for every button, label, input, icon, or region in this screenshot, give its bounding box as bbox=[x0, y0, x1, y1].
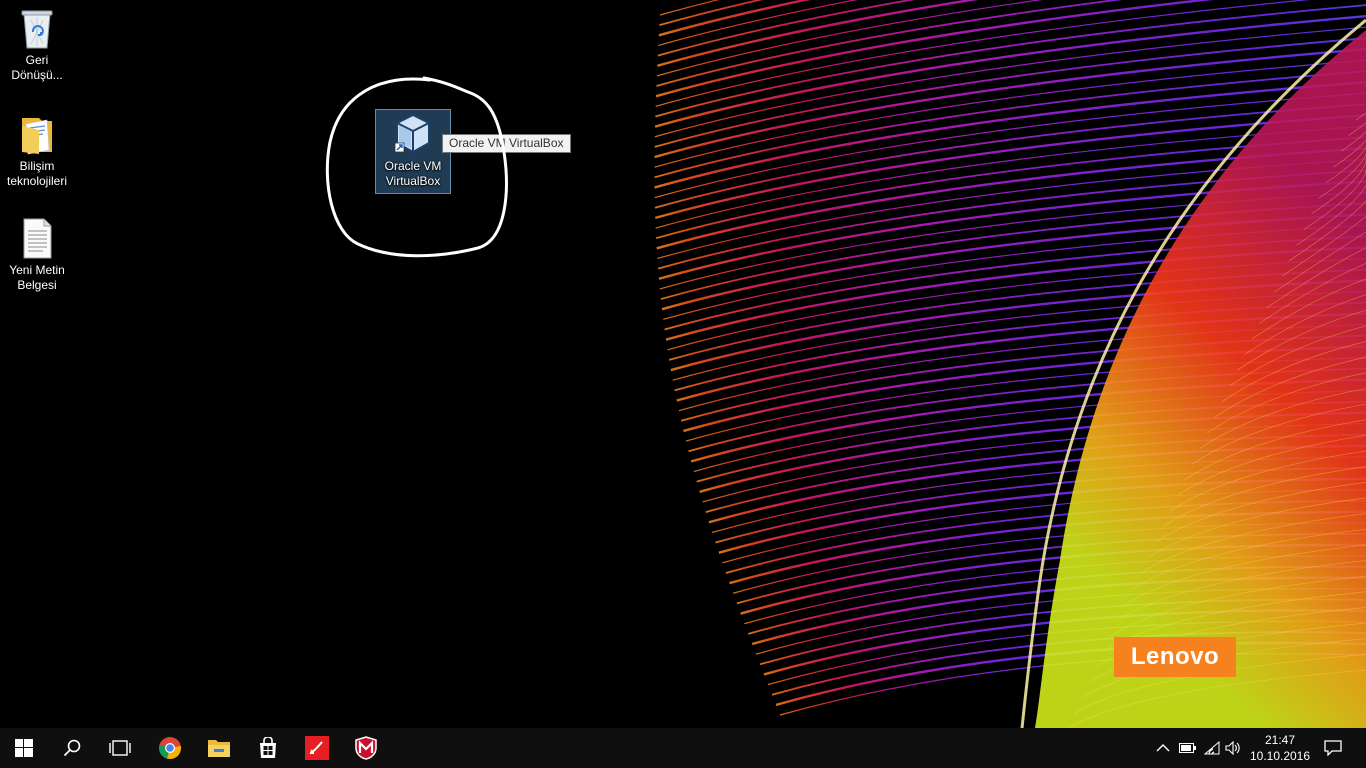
search-button[interactable] bbox=[48, 728, 96, 768]
desktop-icon-label: Oracle VM VirtualBox bbox=[384, 159, 442, 188]
taskbar: 21:47 10.10.2016 bbox=[0, 728, 1366, 768]
clock-time: 21:47 bbox=[1264, 733, 1296, 747]
chrome-button[interactable] bbox=[146, 728, 194, 768]
desktop-icon-label: Yeni Metin Belgesi bbox=[9, 263, 65, 292]
start-button[interactable] bbox=[0, 728, 48, 768]
show-hidden-icons-button[interactable] bbox=[1155, 740, 1171, 756]
clock[interactable]: 21:47 10.10.2016 bbox=[1244, 728, 1316, 768]
file-explorer-button[interactable] bbox=[195, 728, 243, 768]
mcafee-button[interactable] bbox=[342, 728, 390, 768]
speaker-icon bbox=[1225, 741, 1240, 755]
wallpaper-feather bbox=[654, 0, 1366, 728]
desktop-icon-bilisim-folder[interactable]: Bilişim teknolojileri bbox=[0, 112, 74, 189]
text-document-icon bbox=[23, 218, 52, 259]
chrome-icon bbox=[159, 737, 181, 760]
task-view-button[interactable] bbox=[96, 728, 144, 768]
lenovo-logo: Lenovo bbox=[1114, 637, 1236, 677]
desktop-icon-virtualbox[interactable]: Oracle VM VirtualBox bbox=[375, 109, 451, 194]
store-icon bbox=[260, 737, 276, 758]
red-app-button[interactable] bbox=[293, 728, 341, 768]
search-icon bbox=[63, 739, 81, 757]
battery-button[interactable] bbox=[1179, 740, 1197, 756]
desktop-icon-recycle-bin[interactable]: Geri Dönüşü... bbox=[0, 6, 74, 83]
store-button[interactable] bbox=[244, 728, 292, 768]
folder-icon bbox=[22, 118, 52, 155]
task-view-icon bbox=[109, 740, 131, 756]
clock-date: 10.10.2016 bbox=[1249, 749, 1311, 763]
desktop-icon-yeni-metin-belgesi[interactable]: Yeni Metin Belgesi bbox=[0, 216, 74, 293]
mcafee-icon bbox=[355, 736, 377, 760]
icon-tooltip: Oracle VM VirtualBox bbox=[442, 134, 571, 153]
virtualbox-icon bbox=[394, 113, 430, 154]
notification-icon bbox=[1324, 740, 1342, 756]
network-button[interactable] bbox=[1204, 740, 1220, 756]
recycle-bin-icon bbox=[21, 10, 53, 49]
action-center-button[interactable] bbox=[1318, 728, 1348, 768]
desktop-icon-label: Bilişim teknolojileri bbox=[6, 159, 68, 188]
chevron-up-icon bbox=[1156, 744, 1170, 752]
feather-shaft-region bbox=[1035, 30, 1366, 728]
windows-logo-icon bbox=[15, 739, 33, 757]
desktop-icon-label: Geri Dönüşü... bbox=[11, 53, 63, 82]
battery-icon bbox=[1179, 743, 1196, 753]
red-app-icon bbox=[305, 736, 329, 760]
volume-button[interactable] bbox=[1225, 740, 1241, 756]
folder-icon bbox=[208, 740, 230, 757]
wifi-icon bbox=[1204, 741, 1220, 755]
